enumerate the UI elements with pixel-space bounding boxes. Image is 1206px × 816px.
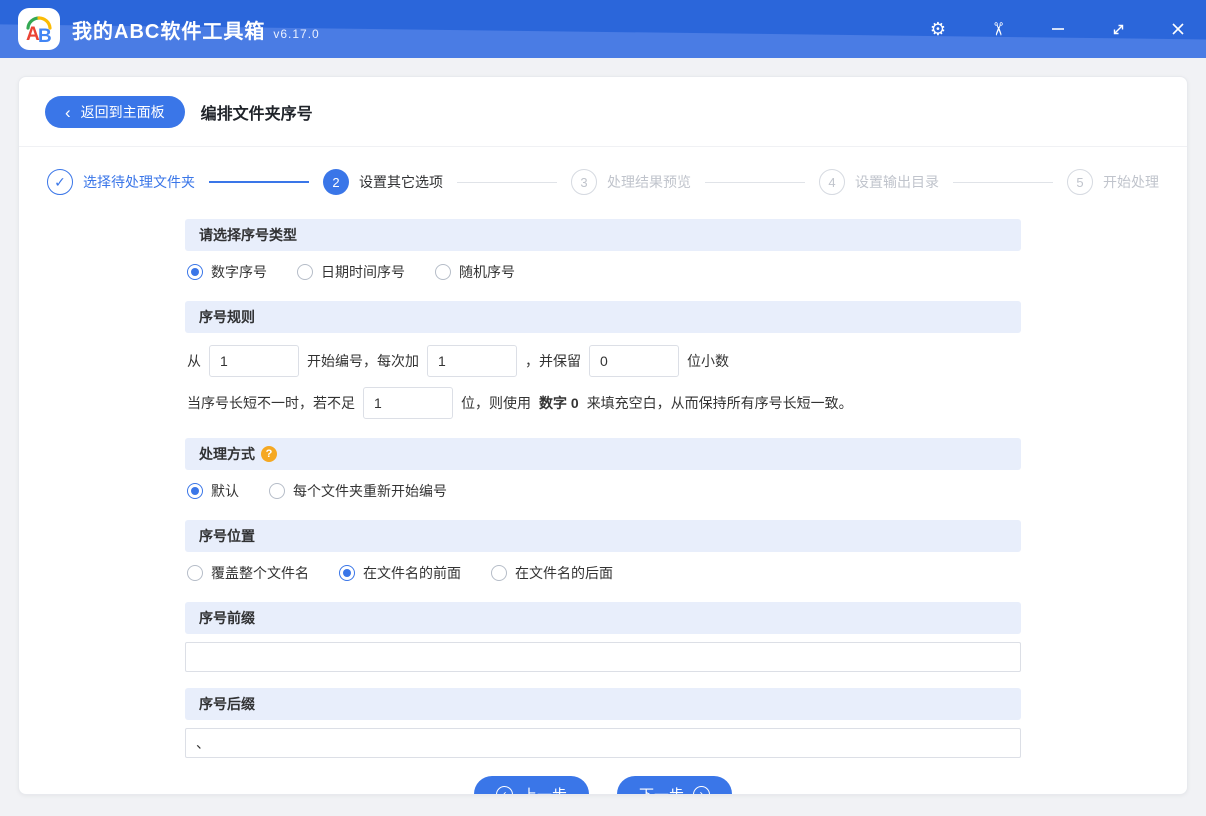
app-version: v6.17.0 — [273, 26, 320, 41]
step-connector — [953, 181, 1053, 183]
radio-after-filename[interactable]: 在文件名的后面 — [491, 563, 613, 583]
step-2-set-options: 2 设置其它选项 — [323, 169, 443, 195]
section-header-serial-prefix: 序号前缀 — [185, 602, 1021, 634]
padding-rule-row: 当序号长短不一时，若不足 位，则使用 数字 0 来填充空白，从而保持所有序号长短… — [187, 387, 1021, 419]
back-button-label: 返回到主面板 — [80, 104, 165, 120]
settings-icon[interactable]: ⚙ — [928, 19, 948, 39]
step-connector — [209, 181, 309, 183]
radio-selected-icon — [339, 565, 355, 581]
radio-random-serial[interactable]: 随机序号 — [435, 262, 515, 282]
radio-default-mode[interactable]: 默认 — [187, 481, 239, 501]
radio-unselected-icon — [187, 565, 203, 581]
app-logo-icon: A B — [18, 8, 60, 50]
svg-text:B: B — [38, 26, 52, 46]
radio-unselected-icon — [435, 264, 451, 280]
step-4-output-directory: 4 设置输出目录 — [819, 169, 939, 195]
step-connector — [705, 181, 805, 183]
increment-input[interactable] — [427, 345, 517, 377]
serial-prefix-input[interactable] — [185, 642, 1021, 672]
titlebar-actions: ⚙ ✂ — [928, 19, 1188, 39]
chevron-left-icon: ‹ — [65, 102, 71, 122]
pad-length-input[interactable] — [363, 387, 453, 419]
titlebar: A B 我的ABC软件工具箱 v6.17.0 ⚙ ✂ — [0, 0, 1206, 58]
radio-numeric-serial[interactable]: 数字序号 — [187, 262, 267, 282]
section-header-serial-rule: 序号规则 — [185, 301, 1021, 333]
radio-unselected-icon — [297, 264, 313, 280]
section-header-serial-type: 请选择序号类型 — [185, 219, 1021, 251]
decimal-places-input[interactable] — [589, 345, 679, 377]
step-1-select-folders: ✓ 选择待处理文件夹 — [47, 169, 195, 195]
serial-position-radio-group: 覆盖整个文件名 在文件名的前面 在文件名的后面 — [187, 563, 1021, 583]
radio-selected-icon — [187, 264, 203, 280]
chevron-right-circle-icon: › — [693, 785, 711, 794]
page-title: 编排文件夹序号 — [200, 106, 313, 123]
app-title: 我的ABC软件工具箱 v6.17.0 — [72, 20, 320, 43]
section-header-serial-position: 序号位置 — [185, 520, 1021, 552]
scissors-icon[interactable]: ✂ — [988, 19, 1009, 39]
radio-unselected-icon — [491, 565, 507, 581]
close-icon[interactable] — [1168, 19, 1188, 39]
help-icon[interactable]: ? — [261, 446, 277, 462]
radio-before-filename[interactable]: 在文件名的前面 — [339, 563, 461, 583]
options-form: 请选择序号类型 数字序号 日期时间序号 随机序号 序号规则 从 开始编号，每次加 — [185, 219, 1021, 774]
section-header-serial-suffix: 序号后缀 — [185, 688, 1021, 720]
check-icon: ✓ — [47, 169, 73, 195]
minimize-icon[interactable] — [1048, 19, 1068, 39]
radio-restart-per-folder[interactable]: 每个文件夹重新开始编号 — [269, 481, 447, 501]
next-step-button[interactable]: 下一步 › — [617, 776, 733, 794]
serial-type-radio-group: 数字序号 日期时间序号 随机序号 — [187, 262, 1021, 282]
step-3-preview-results: 3 处理结果预览 — [571, 169, 691, 195]
previous-step-button[interactable]: ‹ 上一步 — [473, 776, 589, 794]
wizard-nav: ‹ 上一步 下一步 › — [19, 774, 1187, 794]
serial-rule-row: 从 开始编号，每次加 ，并保留 位小数 — [187, 345, 1021, 377]
radio-datetime-serial[interactable]: 日期时间序号 — [297, 262, 405, 282]
wizard-stepper: ✓ 选择待处理文件夹 2 设置其它选项 3 处理结果预览 4 设置输出目录 5 … — [19, 147, 1187, 195]
section-header-processing-mode: 处理方式 ? — [185, 438, 1021, 470]
page-header: ‹ 返回到主面板 编排文件夹序号 — [19, 77, 1187, 147]
radio-unselected-icon — [269, 483, 285, 499]
step-5-start-processing: 5 开始处理 — [1067, 169, 1159, 195]
start-number-input[interactable] — [209, 345, 299, 377]
back-to-dashboard-button[interactable]: ‹ 返回到主面板 — [45, 96, 185, 128]
step-connector — [457, 181, 557, 183]
radio-selected-icon — [187, 483, 203, 499]
maximize-icon[interactable] — [1108, 19, 1128, 39]
serial-suffix-input[interactable] — [185, 728, 1021, 758]
main-panel: ‹ 返回到主面板 编排文件夹序号 ✓ 选择待处理文件夹 2 设置其它选项 3 处… — [18, 76, 1188, 795]
radio-overwrite-filename[interactable]: 覆盖整个文件名 — [187, 563, 309, 583]
processing-mode-radio-group: 默认 每个文件夹重新开始编号 — [187, 481, 1021, 501]
chevron-left-circle-icon: ‹ — [495, 785, 513, 794]
